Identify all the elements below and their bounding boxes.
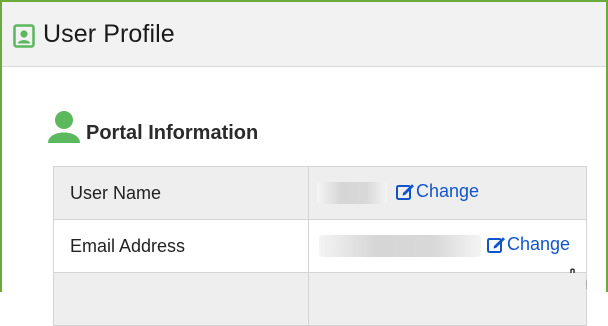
change-email-link[interactable]: Change [487, 234, 570, 255]
row-label: Email Address [53, 219, 309, 273]
table-row-email-address: Email Address Change [53, 219, 587, 298]
page-title: User Profile [43, 20, 175, 48]
portal-info-table: User Name Change Email Address Change [53, 166, 587, 326]
change-user-name-link[interactable]: Change [396, 181, 479, 202]
panel-header: User Profile [2, 2, 606, 67]
user-avatar-icon [48, 111, 80, 143]
row-value [308, 272, 587, 326]
redacted-value [319, 235, 481, 257]
change-link-label: Change [416, 181, 480, 201]
profile-badge-icon [13, 24, 35, 48]
table-row-user-name: User Name Change [53, 166, 587, 220]
row-value: Change [308, 166, 587, 220]
edit-icon [487, 237, 505, 253]
change-link-label: Change [507, 234, 571, 254]
redacted-value [317, 182, 387, 204]
row-value: Change [308, 219, 587, 298]
row-label: User Name [53, 166, 309, 220]
table-row [53, 272, 587, 326]
section-title: Portal Information [86, 122, 259, 144]
edit-icon [396, 184, 414, 200]
user-profile-panel: User Profile Portal Information User Nam… [0, 0, 608, 326]
row-label [53, 272, 309, 326]
